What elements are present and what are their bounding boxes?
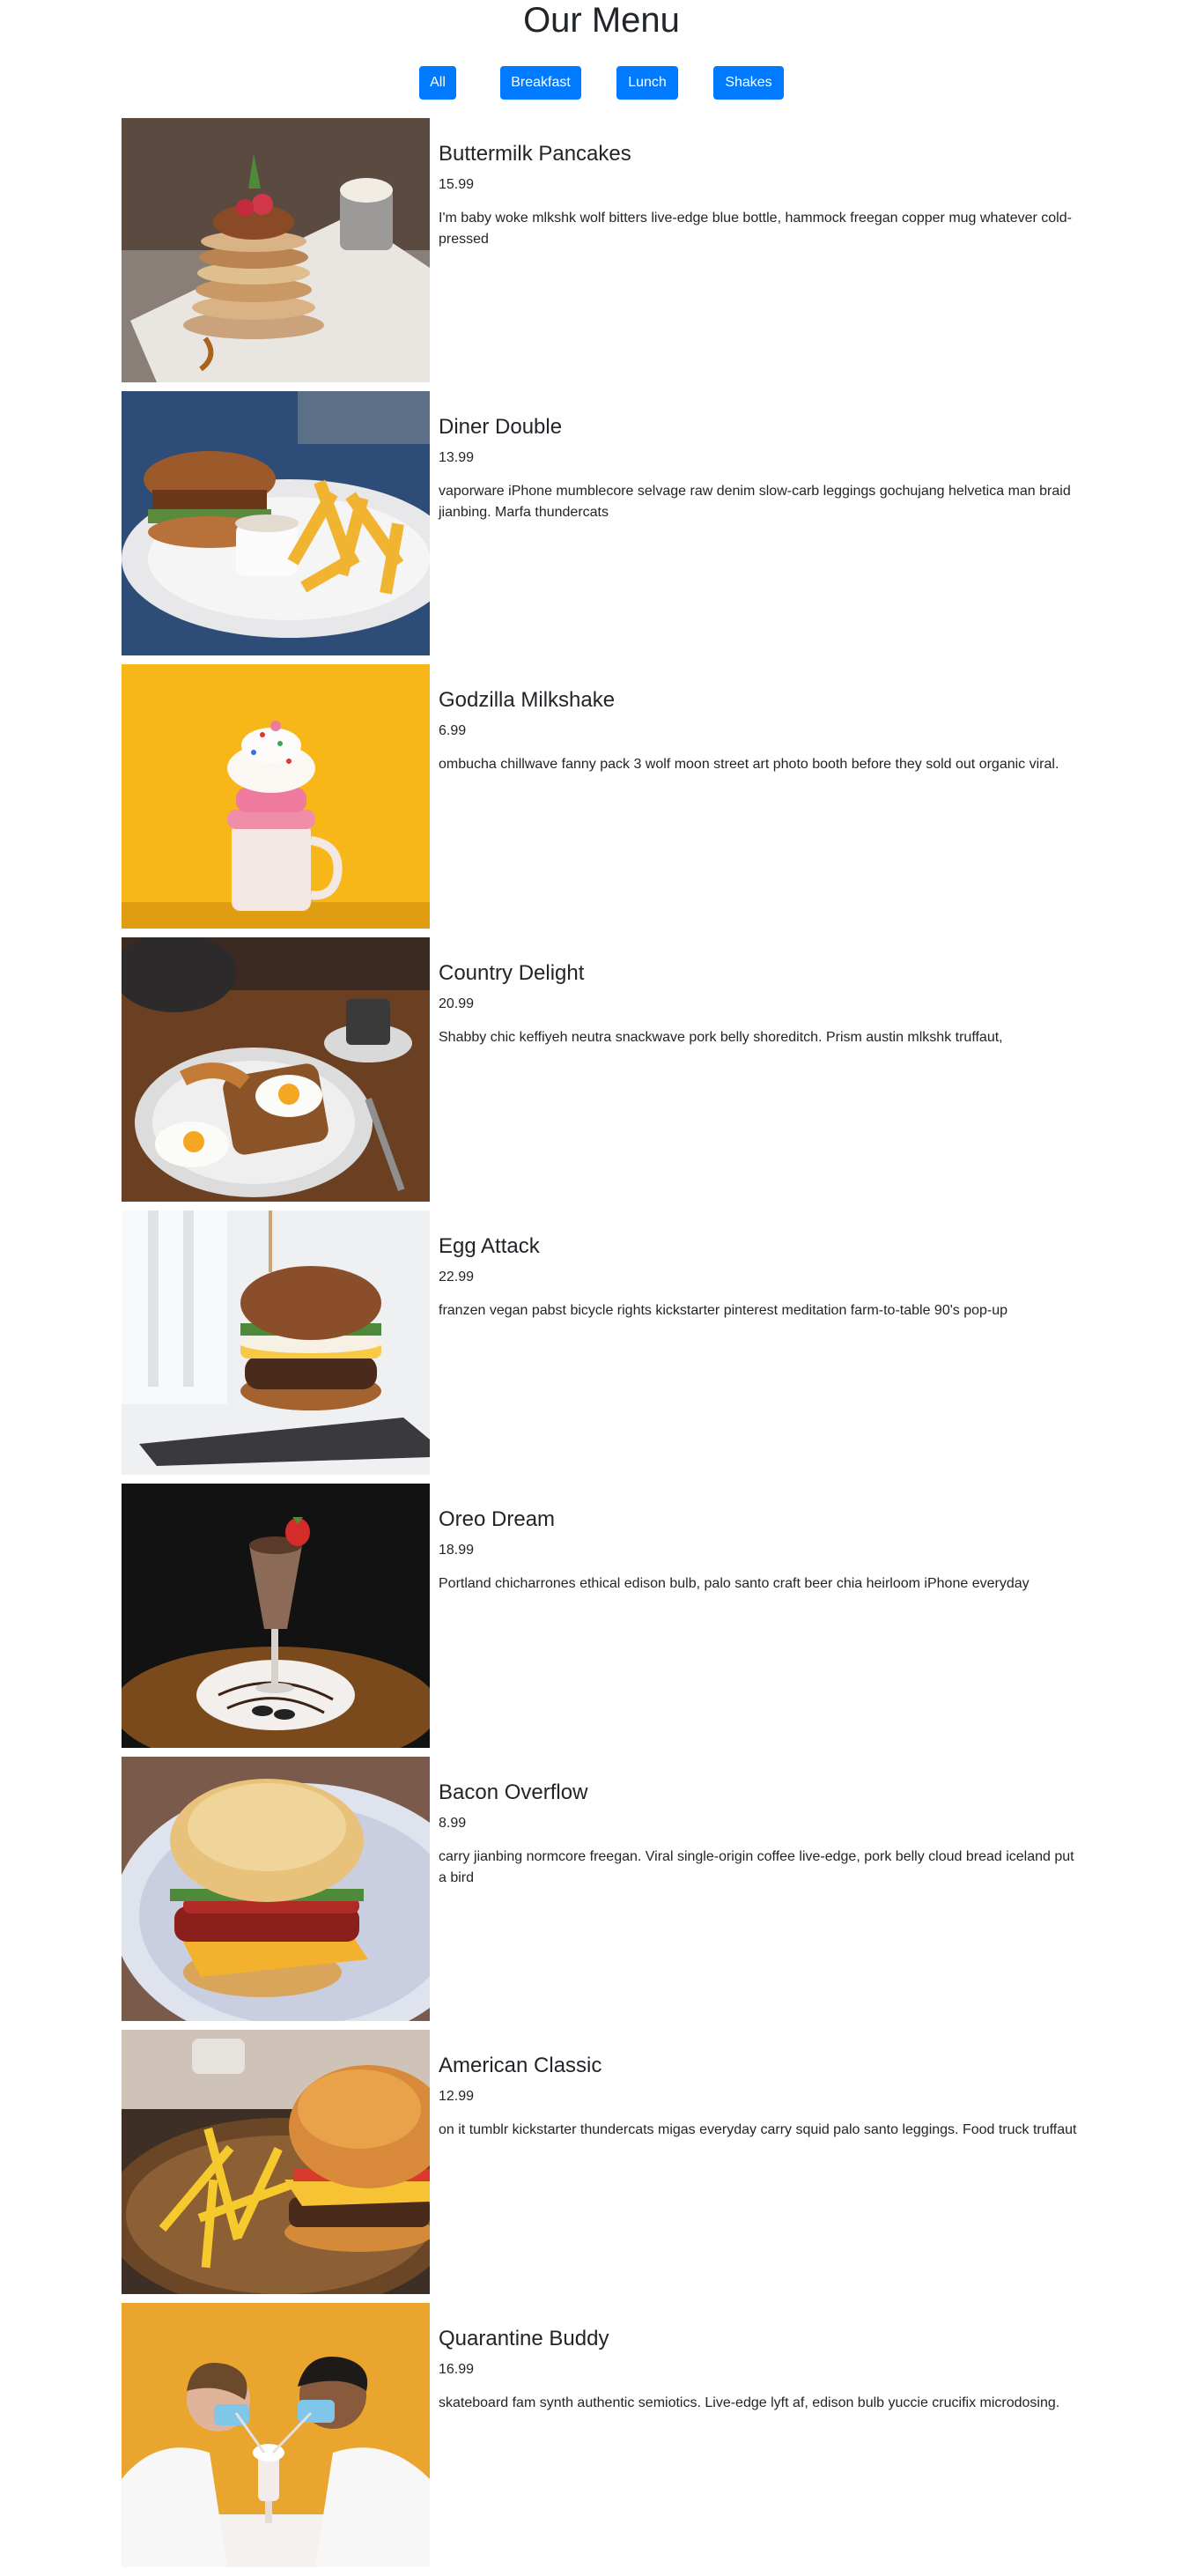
- item-title: Godzilla Milkshake: [439, 688, 616, 712]
- menu-item: Bacon Overflow 8.99 carry jianbing normc…: [122, 1757, 1081, 2021]
- item-description: skateboard fam synth authentic semiotics…: [439, 2395, 1060, 2410]
- item-price: 6.99: [439, 723, 467, 738]
- bacon-biscuit-photo: [122, 1757, 430, 2021]
- egg-burger-photo: [122, 1210, 430, 1475]
- menu-item-info: Bacon Overflow 8.99 carry jianbing normc…: [439, 1780, 1081, 1889]
- filter-all-button[interactable]: All: [419, 66, 456, 100]
- item-price: 12.99: [439, 2089, 475, 2104]
- menu-list: Buttermilk Pancakes 15.99 I'm baby woke …: [122, 118, 1081, 2576]
- milkshake-photo: [122, 664, 430, 929]
- item-price: 22.99: [439, 1269, 475, 1284]
- category-filter-bar: All Breakfast Lunch Shakes: [0, 66, 1203, 100]
- couple-shake-photo: [122, 2303, 430, 2567]
- filter-shakes-button[interactable]: Shakes: [713, 66, 784, 100]
- eggs-toast-photo: [122, 937, 430, 1202]
- menu-item-info: American Classic 12.99 on it tumblr kick…: [439, 2053, 1081, 2141]
- item-title: Quarantine Buddy: [439, 2327, 609, 2350]
- item-price: 8.99: [439, 1816, 467, 1831]
- menu-item-info: Quarantine Buddy 16.99 skateboard fam sy…: [439, 2326, 1081, 2414]
- item-description: carry jianbing normcore freegan. Viral s…: [439, 1849, 1074, 1885]
- item-title: Diner Double: [439, 415, 563, 439]
- item-price: 18.99: [439, 1543, 475, 1558]
- menu-item-info: Country Delight 20.99 Shabby chic keffiy…: [439, 960, 1081, 1048]
- menu-item: Godzilla Milkshake 6.99 ombucha chillwav…: [122, 664, 1081, 929]
- item-price: 16.99: [439, 2362, 475, 2377]
- item-price: 15.99: [439, 177, 475, 192]
- page-title: Our Menu: [523, 1, 680, 40]
- menu-item-info: Oreo Dream 18.99 Portland chicharrones e…: [439, 1506, 1081, 1595]
- menu-item-info: Buttermilk Pancakes 15.99 I'm baby woke …: [439, 141, 1081, 250]
- oreo-shake-photo: [122, 1484, 430, 1748]
- item-description: Shabby chic keffiyeh neutra snackwave po…: [439, 1030, 1003, 1045]
- item-description: Portland chicharrones ethical edison bul…: [439, 1576, 1030, 1591]
- menu-item: Buttermilk Pancakes 15.99 I'm baby woke …: [122, 118, 1081, 382]
- menu-item: Country Delight 20.99 Shabby chic keffiy…: [122, 937, 1081, 1202]
- classic-burger-photo: [122, 2030, 430, 2294]
- menu-item: Egg Attack 22.99 franzen vegan pabst bic…: [122, 1210, 1081, 1475]
- menu-item: Quarantine Buddy 16.99 skateboard fam sy…: [122, 2303, 1081, 2567]
- item-title: Country Delight: [439, 961, 585, 985]
- item-title: Egg Attack: [439, 1234, 540, 1258]
- menu-item-info: Egg Attack 22.99 franzen vegan pabst bic…: [439, 1233, 1081, 1321]
- menu-item: Oreo Dream 18.99 Portland chicharrones e…: [122, 1484, 1081, 1748]
- item-description: ombucha chillwave fanny pack 3 wolf moon…: [439, 757, 1059, 772]
- item-description: franzen vegan pabst bicycle rights kicks…: [439, 1303, 1008, 1318]
- burger-fries-photo: [122, 391, 430, 655]
- filter-lunch-button[interactable]: Lunch: [616, 66, 678, 100]
- menu-item: American Classic 12.99 on it tumblr kick…: [122, 2030, 1081, 2294]
- item-price: 13.99: [439, 450, 475, 465]
- filter-breakfast-button[interactable]: Breakfast: [500, 66, 581, 100]
- menu-item-info: Diner Double 13.99 vaporware iPhone mumb…: [439, 414, 1081, 523]
- item-title: American Classic: [439, 2054, 602, 2077]
- item-title: Buttermilk Pancakes: [439, 142, 631, 166]
- item-description: I'm baby woke mlkshk wolf bitters live-e…: [439, 211, 1072, 247]
- item-title: Oreo Dream: [439, 1507, 556, 1531]
- menu-item-info: Godzilla Milkshake 6.99 ombucha chillwav…: [439, 687, 1081, 775]
- item-price: 20.99: [439, 996, 475, 1011]
- item-title: Bacon Overflow: [439, 1780, 588, 1804]
- item-description: on it tumblr kickstarter thundercats mig…: [439, 2122, 1077, 2137]
- item-description: vaporware iPhone mumblecore selvage raw …: [439, 484, 1071, 520]
- menu-item: Diner Double 13.99 vaporware iPhone mumb…: [122, 391, 1081, 655]
- pancakes-photo: [122, 118, 430, 382]
